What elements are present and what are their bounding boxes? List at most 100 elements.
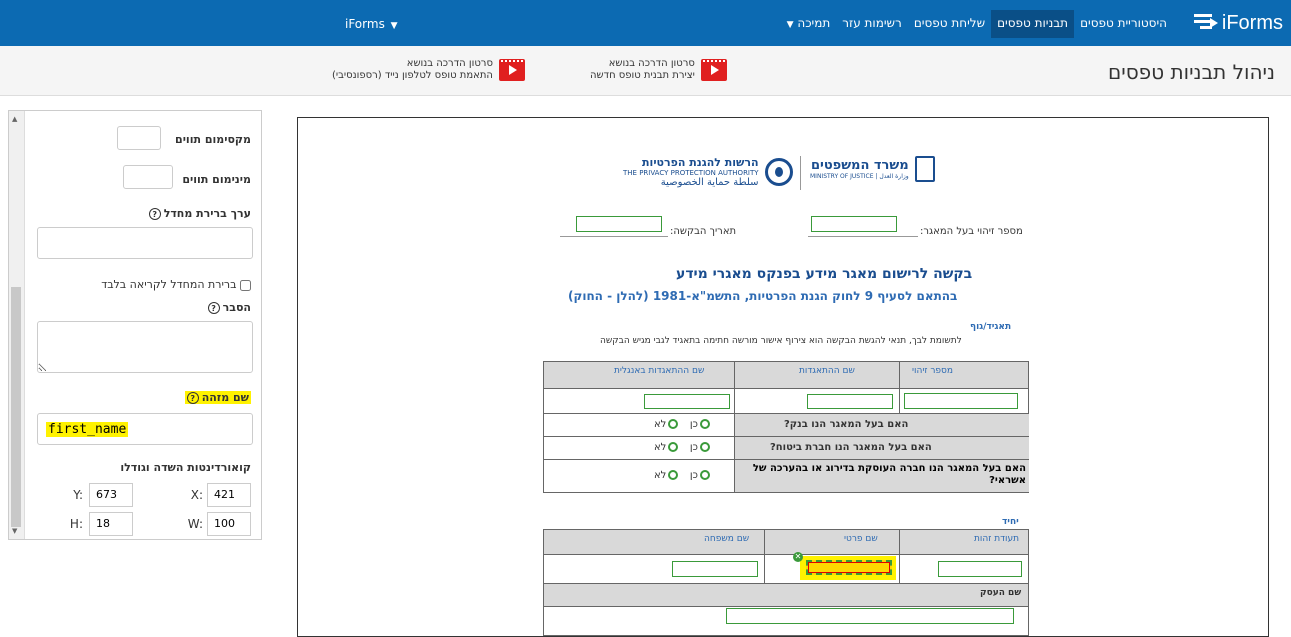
radio-yes[interactable] — [699, 470, 710, 480]
brand-logo[interactable]: iForms — [1192, 8, 1283, 38]
ministry-sub: MINISTRY OF JUSTICE | وزارة العدل — [810, 173, 909, 180]
radio-no[interactable] — [668, 419, 679, 429]
col-first-header: שם פרטי — [844, 534, 878, 544]
business-name-field[interactable] — [726, 608, 1014, 624]
user-menu[interactable]: ▼ iForms — [345, 17, 398, 31]
q-insurance-text: האם בעל המאגר הנו חברת ביטוח? — [770, 442, 932, 453]
tz-field[interactable] — [938, 561, 1022, 577]
logo-divider — [800, 156, 801, 190]
tutorial-line2: יצירת תבנית טופס חדשה — [590, 70, 695, 81]
tutorial-link-new-template[interactable]: סרטון הדרכה בנושא יצירת תבנית טופס חדשה — [590, 58, 727, 82]
underline — [560, 236, 668, 237]
corp-name-field[interactable] — [807, 394, 893, 409]
business-name-input-row — [543, 606, 1029, 636]
corp-table-inputs — [543, 388, 1029, 414]
h-label: H: — [69, 517, 83, 531]
video-play-icon — [498, 59, 525, 81]
q-bank-row: האם בעל המאגר הנו בנק? כן לא — [543, 413, 1029, 437]
scroll-down-icon[interactable]: ▼ — [12, 527, 17, 535]
q-credit-options: כן לא — [654, 470, 712, 481]
radio-no[interactable] — [668, 442, 679, 452]
ppa-name-en: THE PRIVACY PROTECTION AUTHORITY — [623, 169, 759, 177]
x-input[interactable]: 421 — [207, 483, 251, 507]
ministry-logo: משרד המשפטים MINISTRY OF JUSTICE | وزارة… — [810, 156, 935, 182]
forms-logo-icon — [1192, 12, 1218, 34]
move-handle-icon[interactable]: ✕ — [793, 552, 803, 562]
yes-label: כן — [689, 470, 698, 481]
explanation-label: הסבר? — [207, 301, 251, 314]
underline — [808, 236, 918, 237]
main-nav: היסטוריית טפסים תבניות טפסים שליחת טפסים… — [779, 10, 1173, 38]
page-title: ניהול תבניות טפסים — [1107, 60, 1275, 84]
corp-table-header: מספר זיהוי שם ההתאגדות שם ההתאגדות באנגל… — [543, 361, 1029, 389]
ppa-name-he: הרשות להגנת הפרטיות — [642, 156, 759, 169]
readonly-checkbox[interactable] — [240, 279, 251, 291]
min-chars-input[interactable] — [123, 165, 173, 189]
nav-form-templates[interactable]: תבניות טפסים — [991, 10, 1075, 38]
scrollbar-thumb[interactable] — [11, 287, 21, 527]
chevron-down-icon: ▼ — [390, 21, 398, 31]
corp-heading: תאגיד/גוף — [970, 322, 1012, 332]
corp-id-field[interactable] — [904, 393, 1018, 409]
nav-support[interactable]: תמיכה ▼ — [779, 10, 837, 38]
radio-yes[interactable] — [699, 442, 710, 452]
help-icon[interactable]: ? — [207, 302, 220, 314]
tutorial-link-responsive[interactable]: סרטון הדרכה בנושא התאמת טופס לטלפון נייד … — [332, 58, 525, 82]
ppa-logo: הרשות להגנת הפרטיות THE PRIVACY PROTECTI… — [623, 156, 793, 188]
field-properties-panel: ▲ ▼ מקסימום תווים מינימום תווים ערך בריר… — [8, 110, 262, 540]
brand-name: iForms — [1221, 11, 1283, 34]
w-input[interactable]: 100 — [207, 512, 251, 536]
first-name-field[interactable] — [806, 560, 892, 575]
radio-yes[interactable] — [699, 419, 710, 429]
chevron-down-icon: ▼ — [786, 20, 794, 30]
q-insurance-options: כן לא — [654, 442, 712, 453]
business-name-label: שם העסק — [980, 588, 1022, 598]
y-label: Y: — [73, 488, 83, 502]
top-navbar: iForms היסטוריית טפסים תבניות טפסים שליח… — [0, 0, 1291, 46]
readonly-label: ברירת המחדל לקריאה בלבד — [101, 278, 237, 291]
nav-forms-history[interactable]: היסטוריית טפסים — [1074, 10, 1173, 38]
no-label: לא — [654, 442, 667, 453]
nav-helper-lists[interactable]: רשימות עזר — [836, 10, 908, 38]
col-tz-header: תעודת זהות — [974, 534, 1020, 544]
menorah-emblem-icon — [914, 156, 935, 182]
q-bank-text: האם בעל המאגר הנו בנק? — [784, 419, 909, 430]
max-chars-input[interactable] — [117, 126, 161, 150]
corp-note: לתשומת לבך, תנאי להגשת הבקשה הוא צירוף א… — [600, 336, 962, 346]
col-name-header: שם ההתאגדות — [799, 366, 855, 376]
min-chars-label: מינימום תווים — [182, 173, 251, 186]
radio-no[interactable] — [668, 470, 679, 480]
individual-table-inputs — [543, 554, 1029, 584]
corp-en-name-field[interactable] — [644, 394, 730, 409]
default-value-input[interactable] — [37, 227, 253, 259]
explanation-text: הסבר — [222, 301, 251, 314]
no-label: לא — [654, 419, 667, 430]
q-insurance-row: האם בעל המאגר הנו חברת ביטוח? כן לא — [543, 436, 1029, 460]
request-date-field[interactable] — [576, 216, 662, 232]
q-credit-row: האם בעל המאגר הנו חברה העוסקת בדירוג או … — [543, 459, 1029, 493]
tutorial-line2: התאמת טופס לטלפון נייד (רספונסיבי) — [332, 70, 493, 81]
tutorial-line1: סרטון הדרכה בנושא — [406, 58, 493, 69]
yes-label: כן — [689, 442, 698, 453]
help-icon[interactable]: ? — [186, 392, 199, 404]
individual-table-header: תעודת זהות שם פרטי שם משפחה — [543, 529, 1029, 555]
explanation-textarea[interactable] — [37, 321, 253, 373]
last-name-field[interactable] — [672, 561, 758, 577]
db-owner-id-label: מספר זיהוי בעל המאגר: — [920, 226, 1023, 237]
h-input[interactable]: 18 — [89, 512, 133, 536]
nav-send-forms[interactable]: שליחת טפסים — [908, 10, 991, 38]
individual-heading: יחיד — [1002, 517, 1019, 527]
privacy-authority-emblem-icon — [764, 158, 793, 186]
id-name-input[interactable]: first_name — [37, 413, 253, 445]
form-subtitle: בהתאם לסעיף 9 לחוק הגנת הפרטיות, התשמ"א-… — [568, 289, 958, 303]
help-icon[interactable]: ? — [148, 208, 161, 220]
y-input[interactable]: 673 — [89, 483, 133, 507]
id-name-value: first_name — [46, 422, 129, 437]
ministry-name: משרד המשפטים — [810, 158, 909, 173]
db-owner-id-field[interactable] — [811, 216, 897, 232]
scroll-up-icon[interactable]: ▲ — [12, 115, 17, 123]
w-label: W: — [187, 517, 203, 531]
business-name-header-row: שם העסק — [543, 583, 1029, 607]
readonly-row: ברירת המחדל לקריאה בלבד — [101, 278, 251, 291]
panel-scrollbar[interactable]: ▲ ▼ — [9, 111, 25, 539]
